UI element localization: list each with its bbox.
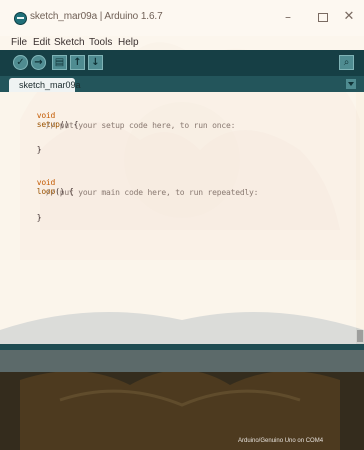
serial-monitor-button[interactable]: ⌕	[339, 55, 354, 70]
open-icon: ↑	[73, 57, 82, 68]
upload-button[interactable]: →	[31, 55, 46, 70]
tab-sketch[interactable]: sketch_mar09a	[9, 78, 81, 92]
scrollbar-thumb[interactable]	[357, 330, 363, 342]
menu-tools[interactable]: Tools	[89, 37, 112, 48]
editor-scrollbar[interactable]	[356, 92, 364, 344]
verify-button[interactable]: ✓	[13, 55, 28, 70]
verify-icon: ✓	[16, 57, 25, 68]
close-button[interactable]: ✕	[334, 8, 364, 26]
tab-menu-button[interactable]	[346, 79, 356, 89]
code-editor[interactable]: void setup() { // put your setup code he…	[0, 92, 356, 344]
code-brace: }	[36, 213, 42, 222]
tab-label: sketch_mar09a	[19, 80, 81, 90]
code-brace: }	[36, 145, 42, 154]
serial-monitor-icon: ⌕	[343, 57, 350, 68]
arduino-app-icon	[14, 12, 27, 25]
menu-file[interactable]: File	[11, 37, 27, 48]
title-bar[interactable]: sketch_mar09a | Arduino 1.6.7 – ✕	[0, 0, 364, 36]
tab-bar: sketch_mar09a	[0, 76, 364, 92]
toolbar: ✓ → ▤ ↑ ↓ ⌕	[0, 50, 364, 76]
menu-bar: File Edit Sketch Tools Help	[0, 36, 364, 50]
code-line: }	[9, 204, 42, 231]
save-sketch-button[interactable]: ↓	[88, 55, 103, 70]
menu-edit[interactable]: Edit	[33, 37, 50, 48]
menu-sketch[interactable]: Sketch	[54, 37, 85, 48]
new-icon: ▤	[54, 57, 65, 68]
maximize-icon	[318, 13, 328, 22]
open-sketch-button[interactable]: ↑	[70, 55, 85, 70]
new-sketch-button[interactable]: ▤	[52, 55, 67, 70]
code-line: // put your main code here, to run repea…	[9, 179, 259, 206]
save-icon: ↓	[91, 57, 100, 68]
minimize-button[interactable]: –	[273, 8, 303, 26]
console-status-area	[0, 350, 364, 372]
window-title: sketch_mar09a | Arduino 1.6.7	[30, 11, 163, 22]
code-comment: // put your setup code here, to run once…	[36, 121, 236, 130]
board-status: Arduino/Genuino Uno on COM4	[238, 438, 324, 444]
arduino-ide-window: sketch_mar09a | Arduino 1.6.7 – ✕ File E…	[0, 0, 364, 450]
code-line: // put your setup code here, to run once…	[9, 112, 235, 139]
menu-help[interactable]: Help	[118, 37, 139, 48]
code-comment: // put your main code here, to run repea…	[36, 188, 259, 197]
code-line: }	[9, 136, 42, 163]
upload-icon: →	[34, 57, 43, 68]
